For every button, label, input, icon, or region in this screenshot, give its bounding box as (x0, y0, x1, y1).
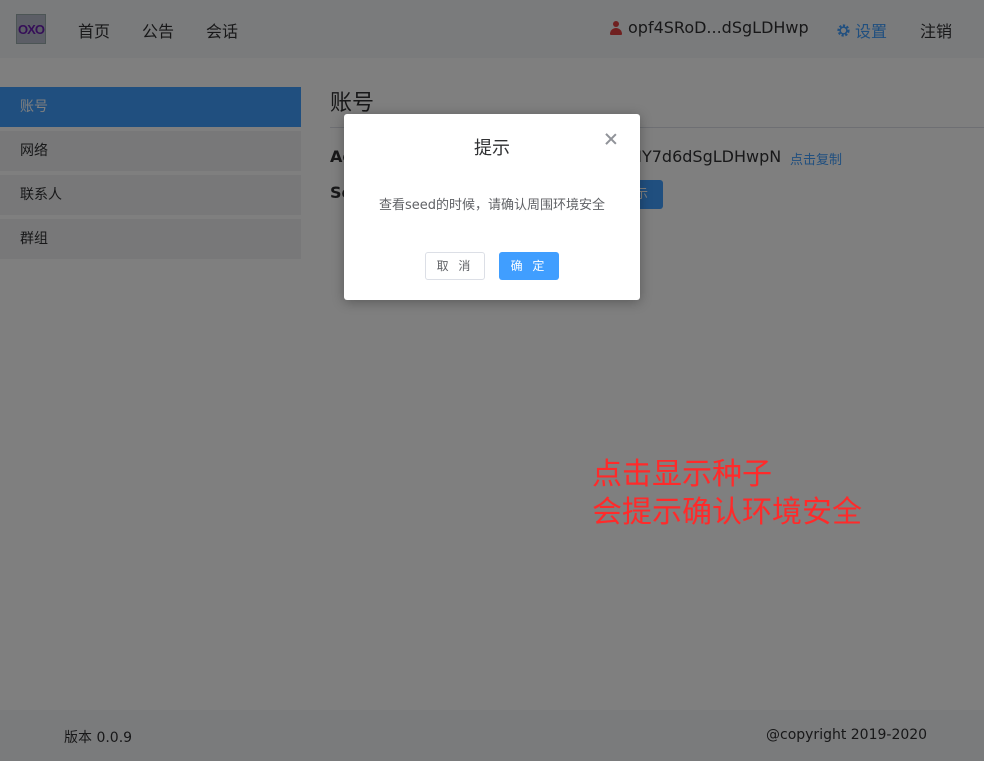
annotation-line-2: 会提示确认环境安全 (592, 495, 862, 530)
cancel-button[interactable]: 取 消 (425, 252, 485, 280)
dialog-title: 提示 (474, 138, 510, 159)
confirm-button[interactable]: 确 定 (499, 252, 559, 280)
dialog-message: 查看seed的时候，请确认周围环境安全 (378, 198, 606, 213)
close-icon[interactable] (604, 132, 618, 146)
confirm-dialog: 提示 查看seed的时候，请确认周围环境安全 取 消 确 定 (344, 114, 640, 300)
annotation-line-1: 点击显示种子 (592, 457, 772, 492)
annotation-text: 点击显示种子 会提示确认环境安全 (592, 456, 862, 532)
